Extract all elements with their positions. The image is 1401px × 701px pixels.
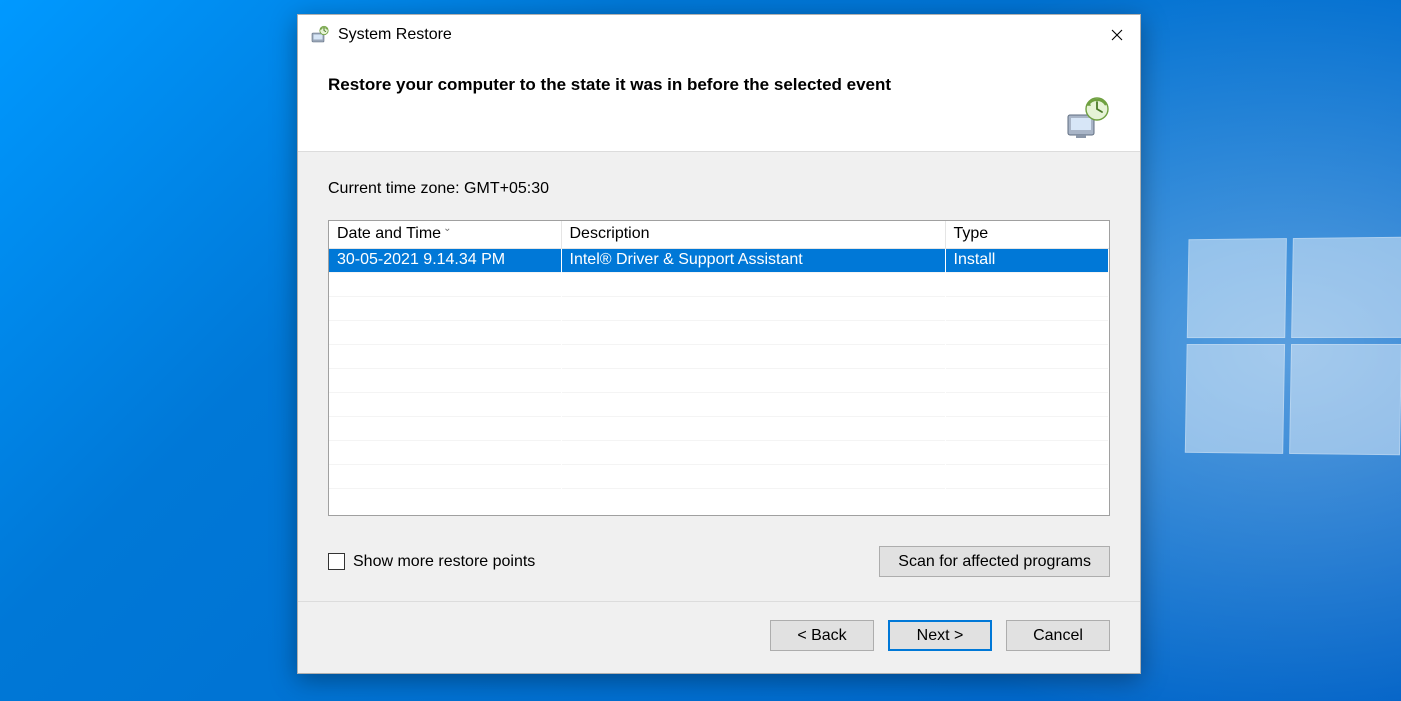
table-row bbox=[329, 464, 1109, 488]
window-title: System Restore bbox=[338, 26, 452, 44]
table-row bbox=[329, 296, 1109, 320]
system-restore-large-icon bbox=[1064, 95, 1112, 143]
table-row bbox=[329, 344, 1109, 368]
table-row bbox=[329, 368, 1109, 392]
next-button[interactable]: Next > bbox=[888, 620, 992, 651]
column-header-date[interactable]: Date and Time⌄ bbox=[329, 221, 561, 248]
column-header-type[interactable]: Type bbox=[945, 221, 1109, 248]
checkbox-icon bbox=[328, 553, 345, 570]
cell-date: 30-05-2021 9.14.34 PM bbox=[329, 248, 561, 272]
titlebar: System Restore bbox=[298, 15, 1140, 55]
scan-affected-programs-button[interactable]: Scan for affected programs bbox=[879, 546, 1110, 577]
page-heading: Restore your computer to the state it wa… bbox=[328, 73, 1110, 95]
back-button[interactable]: < Back bbox=[770, 620, 874, 651]
column-header-description[interactable]: Description bbox=[561, 221, 945, 248]
footer-section: < Back Next > Cancel bbox=[298, 601, 1140, 673]
table-row bbox=[329, 488, 1109, 512]
table-row bbox=[329, 440, 1109, 464]
cancel-button[interactable]: Cancel bbox=[1006, 620, 1110, 651]
show-more-label: Show more restore points bbox=[353, 553, 535, 571]
header-section: Restore your computer to the state it wa… bbox=[298, 55, 1140, 151]
windows-logo-icon bbox=[1185, 237, 1401, 456]
restore-points-table[interactable]: Date and Time⌄ Description Type 30-05-20… bbox=[328, 220, 1110, 516]
table-row bbox=[329, 272, 1109, 296]
cell-description: Intel® Driver & Support Assistant bbox=[561, 248, 945, 272]
close-icon bbox=[1111, 29, 1123, 41]
table-header-row: Date and Time⌄ Description Type bbox=[329, 221, 1109, 248]
close-button[interactable] bbox=[1094, 15, 1140, 55]
show-more-restore-points-checkbox[interactable]: Show more restore points bbox=[328, 553, 535, 571]
table-row bbox=[329, 392, 1109, 416]
system-restore-dialog: System Restore Restore your computer to … bbox=[297, 14, 1141, 674]
table-row bbox=[329, 416, 1109, 440]
timezone-label: Current time zone: GMT+05:30 bbox=[328, 180, 1110, 198]
table-row[interactable]: 30-05-2021 9.14.34 PM Intel® Driver & Su… bbox=[329, 248, 1109, 272]
cell-type: Install bbox=[945, 248, 1109, 272]
table-row bbox=[329, 320, 1109, 344]
below-table-row: Show more restore points Scan for affect… bbox=[328, 546, 1110, 577]
body-section: Current time zone: GMT+05:30 Date and Ti… bbox=[298, 151, 1140, 601]
desktop-background: System Restore Restore your computer to … bbox=[0, 0, 1401, 701]
sort-descending-icon: ⌄ bbox=[443, 223, 451, 234]
system-restore-app-icon bbox=[310, 25, 330, 45]
column-header-date-label: Date and Time bbox=[337, 225, 441, 242]
